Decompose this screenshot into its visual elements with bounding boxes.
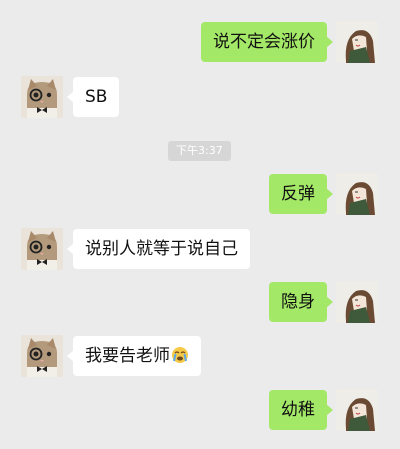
self-avatar[interactable] [336, 173, 378, 215]
self-avatar[interactable] [336, 389, 378, 431]
friend-avatar[interactable] [21, 228, 63, 270]
crying-face-emoji-icon [171, 346, 189, 364]
girl-portrait-icon [336, 21, 378, 63]
message-bubble-incoming[interactable]: 说别人就等于说自己 [67, 229, 250, 269]
self-avatar[interactable] [336, 21, 378, 63]
girl-portrait-icon [336, 389, 378, 431]
self-avatar[interactable] [336, 281, 378, 323]
friend-avatar[interactable] [21, 335, 63, 377]
message-bubble-outgoing[interactable]: 隐身 [269, 282, 333, 322]
message-text: 我要告老师 [85, 346, 170, 366]
friend-avatar[interactable] [21, 76, 63, 118]
message-timestamp: 下午3:37 [168, 141, 231, 161]
cat-monocle-icon [21, 228, 63, 270]
message-bubble-outgoing[interactable]: 反弹 [269, 174, 333, 214]
message-bubble-incoming[interactable]: SB [66, 77, 120, 117]
chat-window: 说不定会涨价 SB 下午3:37 反弹 说别人就等于说自己 隐身 我要告老师 幼… [0, 0, 400, 449]
girl-portrait-icon [336, 281, 378, 323]
cat-monocle-icon [21, 76, 63, 118]
cat-monocle-icon [21, 335, 63, 377]
girl-portrait-icon [336, 173, 378, 215]
message-bubble-outgoing[interactable]: 说不定会涨价 [201, 22, 333, 62]
message-bubble-outgoing[interactable]: 幼稚 [269, 390, 333, 430]
message-bubble-incoming[interactable]: 我要告老师 [67, 336, 201, 376]
